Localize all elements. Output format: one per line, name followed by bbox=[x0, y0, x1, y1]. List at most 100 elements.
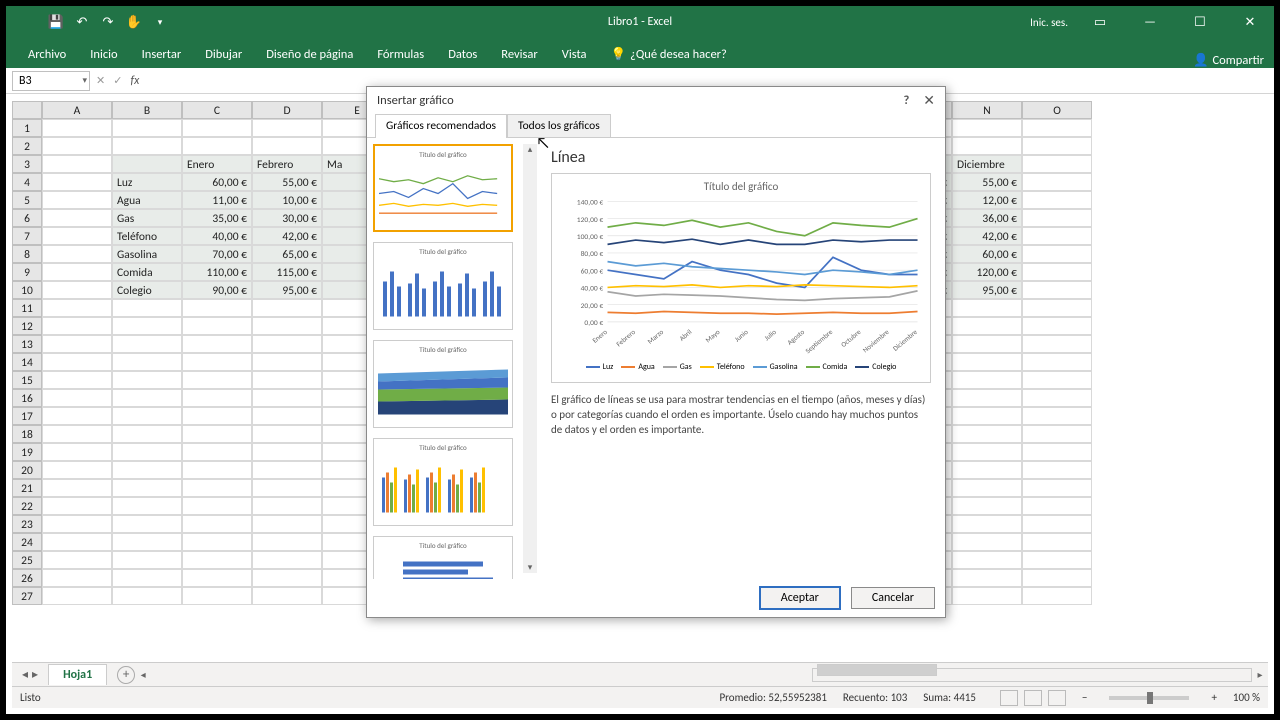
cell[interactable] bbox=[112, 317, 182, 335]
cell[interactable] bbox=[952, 137, 1022, 155]
cell[interactable]: Enero bbox=[182, 155, 252, 173]
thumb-clustered-column-chart[interactable]: Título del gráfico bbox=[373, 438, 513, 526]
cell[interactable]: Gasolina bbox=[112, 245, 182, 263]
tab-inicio[interactable]: Inicio bbox=[78, 41, 129, 68]
cell[interactable] bbox=[112, 497, 182, 515]
cell[interactable] bbox=[252, 461, 322, 479]
tab-dibujar[interactable]: Dibujar bbox=[193, 41, 254, 68]
cell[interactable]: 70,00 € bbox=[182, 245, 252, 263]
name-box[interactable]: B3▾ bbox=[12, 71, 90, 91]
chevron-down-icon[interactable]: ▾ bbox=[82, 75, 87, 86]
cell[interactable] bbox=[252, 119, 322, 137]
cell[interactable] bbox=[952, 371, 1022, 389]
cell[interactable] bbox=[112, 515, 182, 533]
cell[interactable] bbox=[1022, 497, 1092, 515]
cell[interactable] bbox=[112, 479, 182, 497]
cell[interactable] bbox=[1022, 137, 1092, 155]
cell[interactable]: 12,00 € bbox=[952, 191, 1022, 209]
cell[interactable] bbox=[42, 263, 112, 281]
sheet-nav-next-icon[interactable]: ▸ bbox=[32, 667, 38, 682]
cell[interactable] bbox=[42, 353, 112, 371]
cell[interactable]: 11,00 € bbox=[182, 191, 252, 209]
cell[interactable] bbox=[42, 533, 112, 551]
cell[interactable] bbox=[252, 569, 322, 587]
cell[interactable] bbox=[182, 335, 252, 353]
cell[interactable] bbox=[952, 569, 1022, 587]
cancel-button[interactable]: Cancelar bbox=[851, 587, 935, 609]
cell[interactable] bbox=[112, 461, 182, 479]
add-sheet-icon[interactable]: + bbox=[117, 666, 135, 684]
close-icon[interactable]: ✕ bbox=[923, 92, 935, 109]
sign-in-link[interactable]: Inic. ses. bbox=[1030, 16, 1068, 29]
cell[interactable] bbox=[42, 227, 112, 245]
cell[interactable] bbox=[1022, 353, 1092, 371]
touch-mode-icon[interactable]: ✋ bbox=[124, 12, 144, 32]
cell[interactable]: 110,00 € bbox=[182, 263, 252, 281]
minimize-icon[interactable]: — bbox=[1132, 6, 1168, 38]
cell[interactable] bbox=[252, 515, 322, 533]
cell[interactable]: 42,00 € bbox=[252, 227, 322, 245]
cell[interactable] bbox=[1022, 263, 1092, 281]
cell[interactable] bbox=[1022, 281, 1092, 299]
cell[interactable] bbox=[252, 587, 322, 605]
cell[interactable]: 55,00 € bbox=[252, 173, 322, 191]
cell[interactable] bbox=[42, 587, 112, 605]
cell[interactable] bbox=[1022, 119, 1092, 137]
cell[interactable] bbox=[112, 119, 182, 137]
cell[interactable] bbox=[252, 335, 322, 353]
cell[interactable] bbox=[42, 551, 112, 569]
ribbon-options-icon[interactable]: ▭ bbox=[1082, 6, 1118, 38]
cell[interactable]: Luz bbox=[112, 173, 182, 191]
cell[interactable] bbox=[42, 389, 112, 407]
cell[interactable]: 95,00 € bbox=[252, 281, 322, 299]
cell[interactable] bbox=[182, 299, 252, 317]
redo-icon[interactable]: ↷ bbox=[98, 12, 118, 32]
tab-formulas[interactable]: Fórmulas bbox=[365, 41, 436, 68]
cell[interactable]: Comida bbox=[112, 263, 182, 281]
thumb-column-chart[interactable]: Título del gráfico bbox=[373, 242, 513, 330]
cell[interactable] bbox=[182, 587, 252, 605]
cell[interactable] bbox=[952, 515, 1022, 533]
cell[interactable] bbox=[952, 461, 1022, 479]
thumb-scrollbar[interactable]: ▴▾ bbox=[523, 144, 537, 573]
cell[interactable] bbox=[42, 569, 112, 587]
cell[interactable] bbox=[252, 497, 322, 515]
chart-preview-box[interactable]: Título del gráfico 0,00 €20,00 €40,00 €6… bbox=[551, 173, 931, 383]
cell[interactable]: 35,00 € bbox=[182, 209, 252, 227]
tab-all-charts[interactable]: Todos los gráficos bbox=[507, 114, 611, 138]
tab-diseno[interactable]: Diseño de página bbox=[254, 41, 365, 68]
cell[interactable] bbox=[182, 515, 252, 533]
cell[interactable]: Agua bbox=[112, 191, 182, 209]
cell[interactable]: 36,00 € bbox=[952, 209, 1022, 227]
cell[interactable] bbox=[42, 155, 112, 173]
cell[interactable] bbox=[182, 407, 252, 425]
cell[interactable] bbox=[952, 443, 1022, 461]
cell[interactable] bbox=[42, 371, 112, 389]
cell[interactable] bbox=[1022, 245, 1092, 263]
view-pagebreak-icon[interactable] bbox=[1048, 690, 1066, 706]
save-icon[interactable]: 💾 bbox=[46, 12, 66, 32]
cell[interactable] bbox=[182, 533, 252, 551]
cell[interactable] bbox=[42, 173, 112, 191]
cell[interactable] bbox=[1022, 389, 1092, 407]
cell[interactable]: 42,00 € bbox=[952, 227, 1022, 245]
cell[interactable] bbox=[112, 569, 182, 587]
cell[interactable] bbox=[42, 443, 112, 461]
cell[interactable] bbox=[1022, 173, 1092, 191]
cell[interactable] bbox=[252, 299, 322, 317]
cell[interactable] bbox=[1022, 299, 1092, 317]
cell[interactable] bbox=[112, 335, 182, 353]
tab-recommended-charts[interactable]: Gráficos recomendados bbox=[375, 114, 507, 138]
cell[interactable]: Diciembre bbox=[952, 155, 1022, 173]
cell[interactable]: 115,00 € bbox=[252, 263, 322, 281]
cell[interactable] bbox=[252, 551, 322, 569]
cancel-icon[interactable]: ✕ bbox=[96, 74, 105, 87]
scroll-up-icon[interactable]: ▴ bbox=[528, 144, 533, 155]
view-normal-icon[interactable] bbox=[1000, 690, 1018, 706]
qat-dropdown-icon[interactable]: ▾ bbox=[150, 12, 170, 32]
cell[interactable] bbox=[952, 551, 1022, 569]
cell[interactable] bbox=[1022, 155, 1092, 173]
tab-insertar[interactable]: Insertar bbox=[130, 41, 194, 68]
cell[interactable] bbox=[1022, 407, 1092, 425]
cell[interactable] bbox=[182, 443, 252, 461]
